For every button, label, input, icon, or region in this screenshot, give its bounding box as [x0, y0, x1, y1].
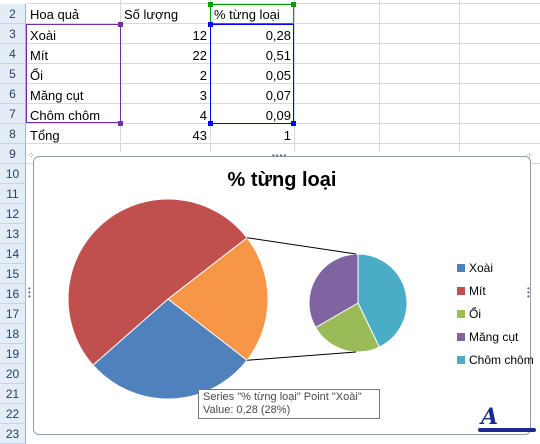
chart-resize-handle-right[interactable]: • • • — [527, 285, 530, 301]
row-header[interactable]: 21 — [0, 384, 26, 404]
legend-swatch — [457, 309, 465, 318]
legend-label: Mít — [469, 284, 486, 298]
row-header[interactable]: 23 — [0, 424, 26, 444]
row-header[interactable]: 13 — [0, 224, 26, 244]
legend-label: Chôm chôm — [469, 353, 534, 367]
spreadsheet: 2 3 4 5 6 7 8 9 10 11 12 13 14 15 16 17 18 19 20 21 22 23 Hoa… — [0, 0, 540, 444]
row-header[interactable]: 10 — [0, 164, 26, 184]
legend-item[interactable]: Xoài — [457, 261, 493, 275]
watermark-logo-underline — [478, 428, 536, 432]
watermark-logo: A — [481, 404, 499, 430]
header-fruit[interactable]: Hoa quả — [30, 5, 118, 25]
chart-resize-handle-corner[interactable]: ⁘ — [526, 151, 533, 160]
row-header[interactable]: 19 — [0, 344, 26, 364]
legend-label: Xoài — [469, 261, 494, 275]
row-header[interactable]: 20 — [0, 364, 26, 384]
range-resize-handle[interactable] — [118, 22, 123, 27]
cell-total-percent[interactable]: 1 — [212, 126, 291, 146]
row-header[interactable]: 14 — [0, 244, 26, 264]
range-resize-handle[interactable] — [208, 22, 213, 27]
header-quantity[interactable]: Số lượng — [124, 5, 208, 25]
row-header[interactable]: 16 — [0, 284, 26, 304]
cell-total-label[interactable]: Tổng — [30, 126, 118, 146]
cell-quantity[interactable]: 12 — [122, 26, 207, 46]
cell-quantity[interactable]: 2 — [122, 66, 207, 86]
row-header[interactable]: 4 — [0, 44, 26, 64]
row-header[interactable]: 9 — [0, 144, 26, 164]
legend-swatch — [457, 332, 465, 341]
cell-quantity[interactable]: 4 — [122, 106, 207, 126]
tooltip-series-line: Series "% từng loại" Point "Xoài" — [203, 391, 362, 403]
legend-swatch — [457, 263, 465, 272]
row-header[interactable]: 7 — [0, 104, 26, 124]
cell-total-quantity[interactable]: 43 — [122, 126, 207, 146]
chart-tooltip: Series "% từng loại" Point "Xoài" Value:… — [198, 389, 380, 419]
row-header[interactable]: 3 — [0, 24, 26, 44]
range-resize-handle[interactable] — [118, 121, 123, 126]
row-header[interactable]: 17 — [0, 304, 26, 324]
row-header[interactable]: 11 — [0, 184, 26, 204]
values-range-highlight — [210, 24, 294, 124]
chart-resize-handle-top[interactable]: •••• — [272, 151, 287, 160]
legend-label: Ổi — [469, 307, 481, 321]
legend-label: Măng cụt — [469, 330, 519, 344]
chart-resize-handle-left[interactable]: • • • — [28, 285, 31, 301]
legend-swatch — [457, 286, 465, 295]
series-name-highlight — [210, 4, 294, 24]
legend-item[interactable]: Mít — [457, 284, 486, 298]
chart-resize-handle-corner[interactable]: ⁘ — [28, 151, 35, 160]
legend-swatch — [457, 355, 465, 364]
series-line — [246, 237, 357, 255]
range-resize-handle[interactable] — [291, 121, 296, 126]
row-header[interactable]: 6 — [0, 84, 26, 104]
tooltip-value-line: Value: 0,28 (28%) — [203, 404, 291, 416]
row-header[interactable]: 12 — [0, 204, 26, 224]
row-header[interactable]: 2 — [0, 4, 26, 24]
cell-quantity[interactable]: 3 — [122, 86, 207, 106]
category-range-highlight — [26, 24, 121, 123]
legend-item[interactable]: Măng cụt — [457, 330, 518, 344]
row-header[interactable]: 18 — [0, 324, 26, 344]
range-resize-handle[interactable] — [208, 121, 213, 126]
range-resize-handle[interactable] — [291, 2, 296, 7]
row-header[interactable]: 15 — [0, 264, 26, 284]
legend-item[interactable]: Ổi — [457, 307, 481, 321]
range-resize-handle[interactable] — [208, 2, 213, 7]
row-header[interactable]: 5 — [0, 64, 26, 84]
legend-item[interactable]: Chôm chôm — [457, 353, 534, 367]
row-header[interactable]: 8 — [0, 124, 26, 144]
cell-quantity[interactable]: 22 — [122, 46, 207, 66]
row-header[interactable]: 22 — [0, 404, 26, 424]
series-line — [246, 351, 357, 361]
